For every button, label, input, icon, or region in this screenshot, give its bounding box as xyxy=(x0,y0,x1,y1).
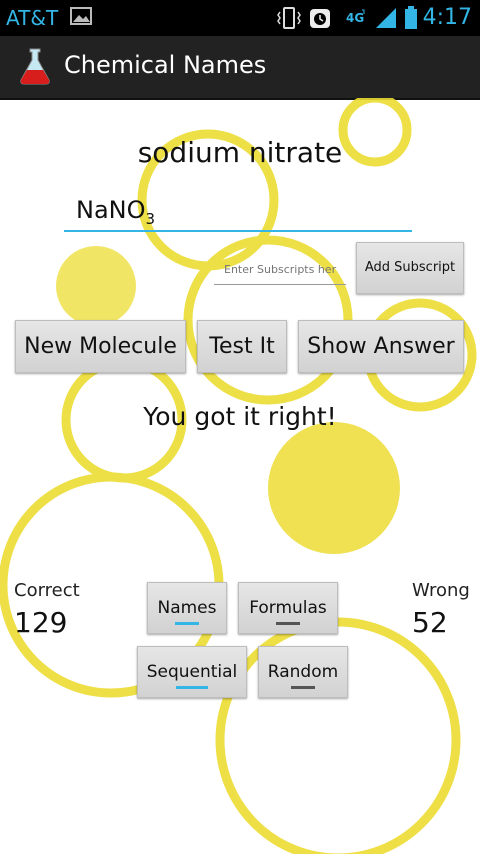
toggle-indicator-off xyxy=(276,622,300,625)
vibrate-icon xyxy=(276,6,302,34)
show-answer-button[interactable]: Show Answer xyxy=(298,320,464,373)
battery-icon xyxy=(404,6,418,34)
correct-count: 129 xyxy=(14,606,68,639)
names-toggle-label: Names xyxy=(157,598,217,618)
bubble xyxy=(268,422,400,554)
add-subscript-button[interactable]: Add Subscript xyxy=(356,242,464,294)
sequential-toggle[interactable]: Sequential xyxy=(137,646,247,698)
wrong-label: Wrong xyxy=(412,580,470,601)
alarm-icon xyxy=(308,6,332,34)
formula-main: NaNO xyxy=(76,196,146,224)
test-it-button[interactable]: Test It xyxy=(197,320,287,373)
random-toggle-label: Random xyxy=(267,662,339,682)
gallery-icon xyxy=(70,6,92,30)
wrong-count: 52 xyxy=(412,606,448,639)
formula-subscript: 3 xyxy=(145,209,156,228)
toggle-indicator-on xyxy=(175,622,199,625)
formulas-toggle[interactable]: Formulas xyxy=(238,582,338,634)
bubble xyxy=(56,246,136,326)
correct-label: Correct xyxy=(14,580,80,601)
formula-input[interactable]: NaNO3 xyxy=(64,190,412,232)
formulas-toggle-label: Formulas xyxy=(249,598,327,618)
sequential-toggle-label: Sequential xyxy=(146,662,238,682)
subscript-field[interactable] xyxy=(214,258,354,285)
carrier-label: AT&T xyxy=(6,6,59,30)
status-bar: AT&T 4G 4:17 xyxy=(0,0,480,36)
app-title: Chemical Names xyxy=(64,51,267,79)
chemical-name: sodium nitrate xyxy=(137,136,343,169)
signal-icon xyxy=(374,6,398,34)
network-4g-icon: 4G xyxy=(344,8,368,32)
names-toggle[interactable]: Names xyxy=(147,582,227,634)
formula-value: NaNO3 xyxy=(76,196,155,228)
svg-text:4G: 4G xyxy=(346,11,364,25)
feedback-message: You got it right! xyxy=(143,402,337,431)
new-molecule-button[interactable]: New Molecule xyxy=(15,320,186,373)
flask-icon xyxy=(18,46,52,90)
subscript-input[interactable] xyxy=(214,258,354,281)
random-toggle[interactable]: Random xyxy=(258,646,348,698)
action-bar: Chemical Names xyxy=(0,36,480,100)
toggle-indicator-on xyxy=(176,686,208,689)
clock: 4:17 xyxy=(422,5,472,30)
toggle-indicator-off xyxy=(291,686,315,689)
